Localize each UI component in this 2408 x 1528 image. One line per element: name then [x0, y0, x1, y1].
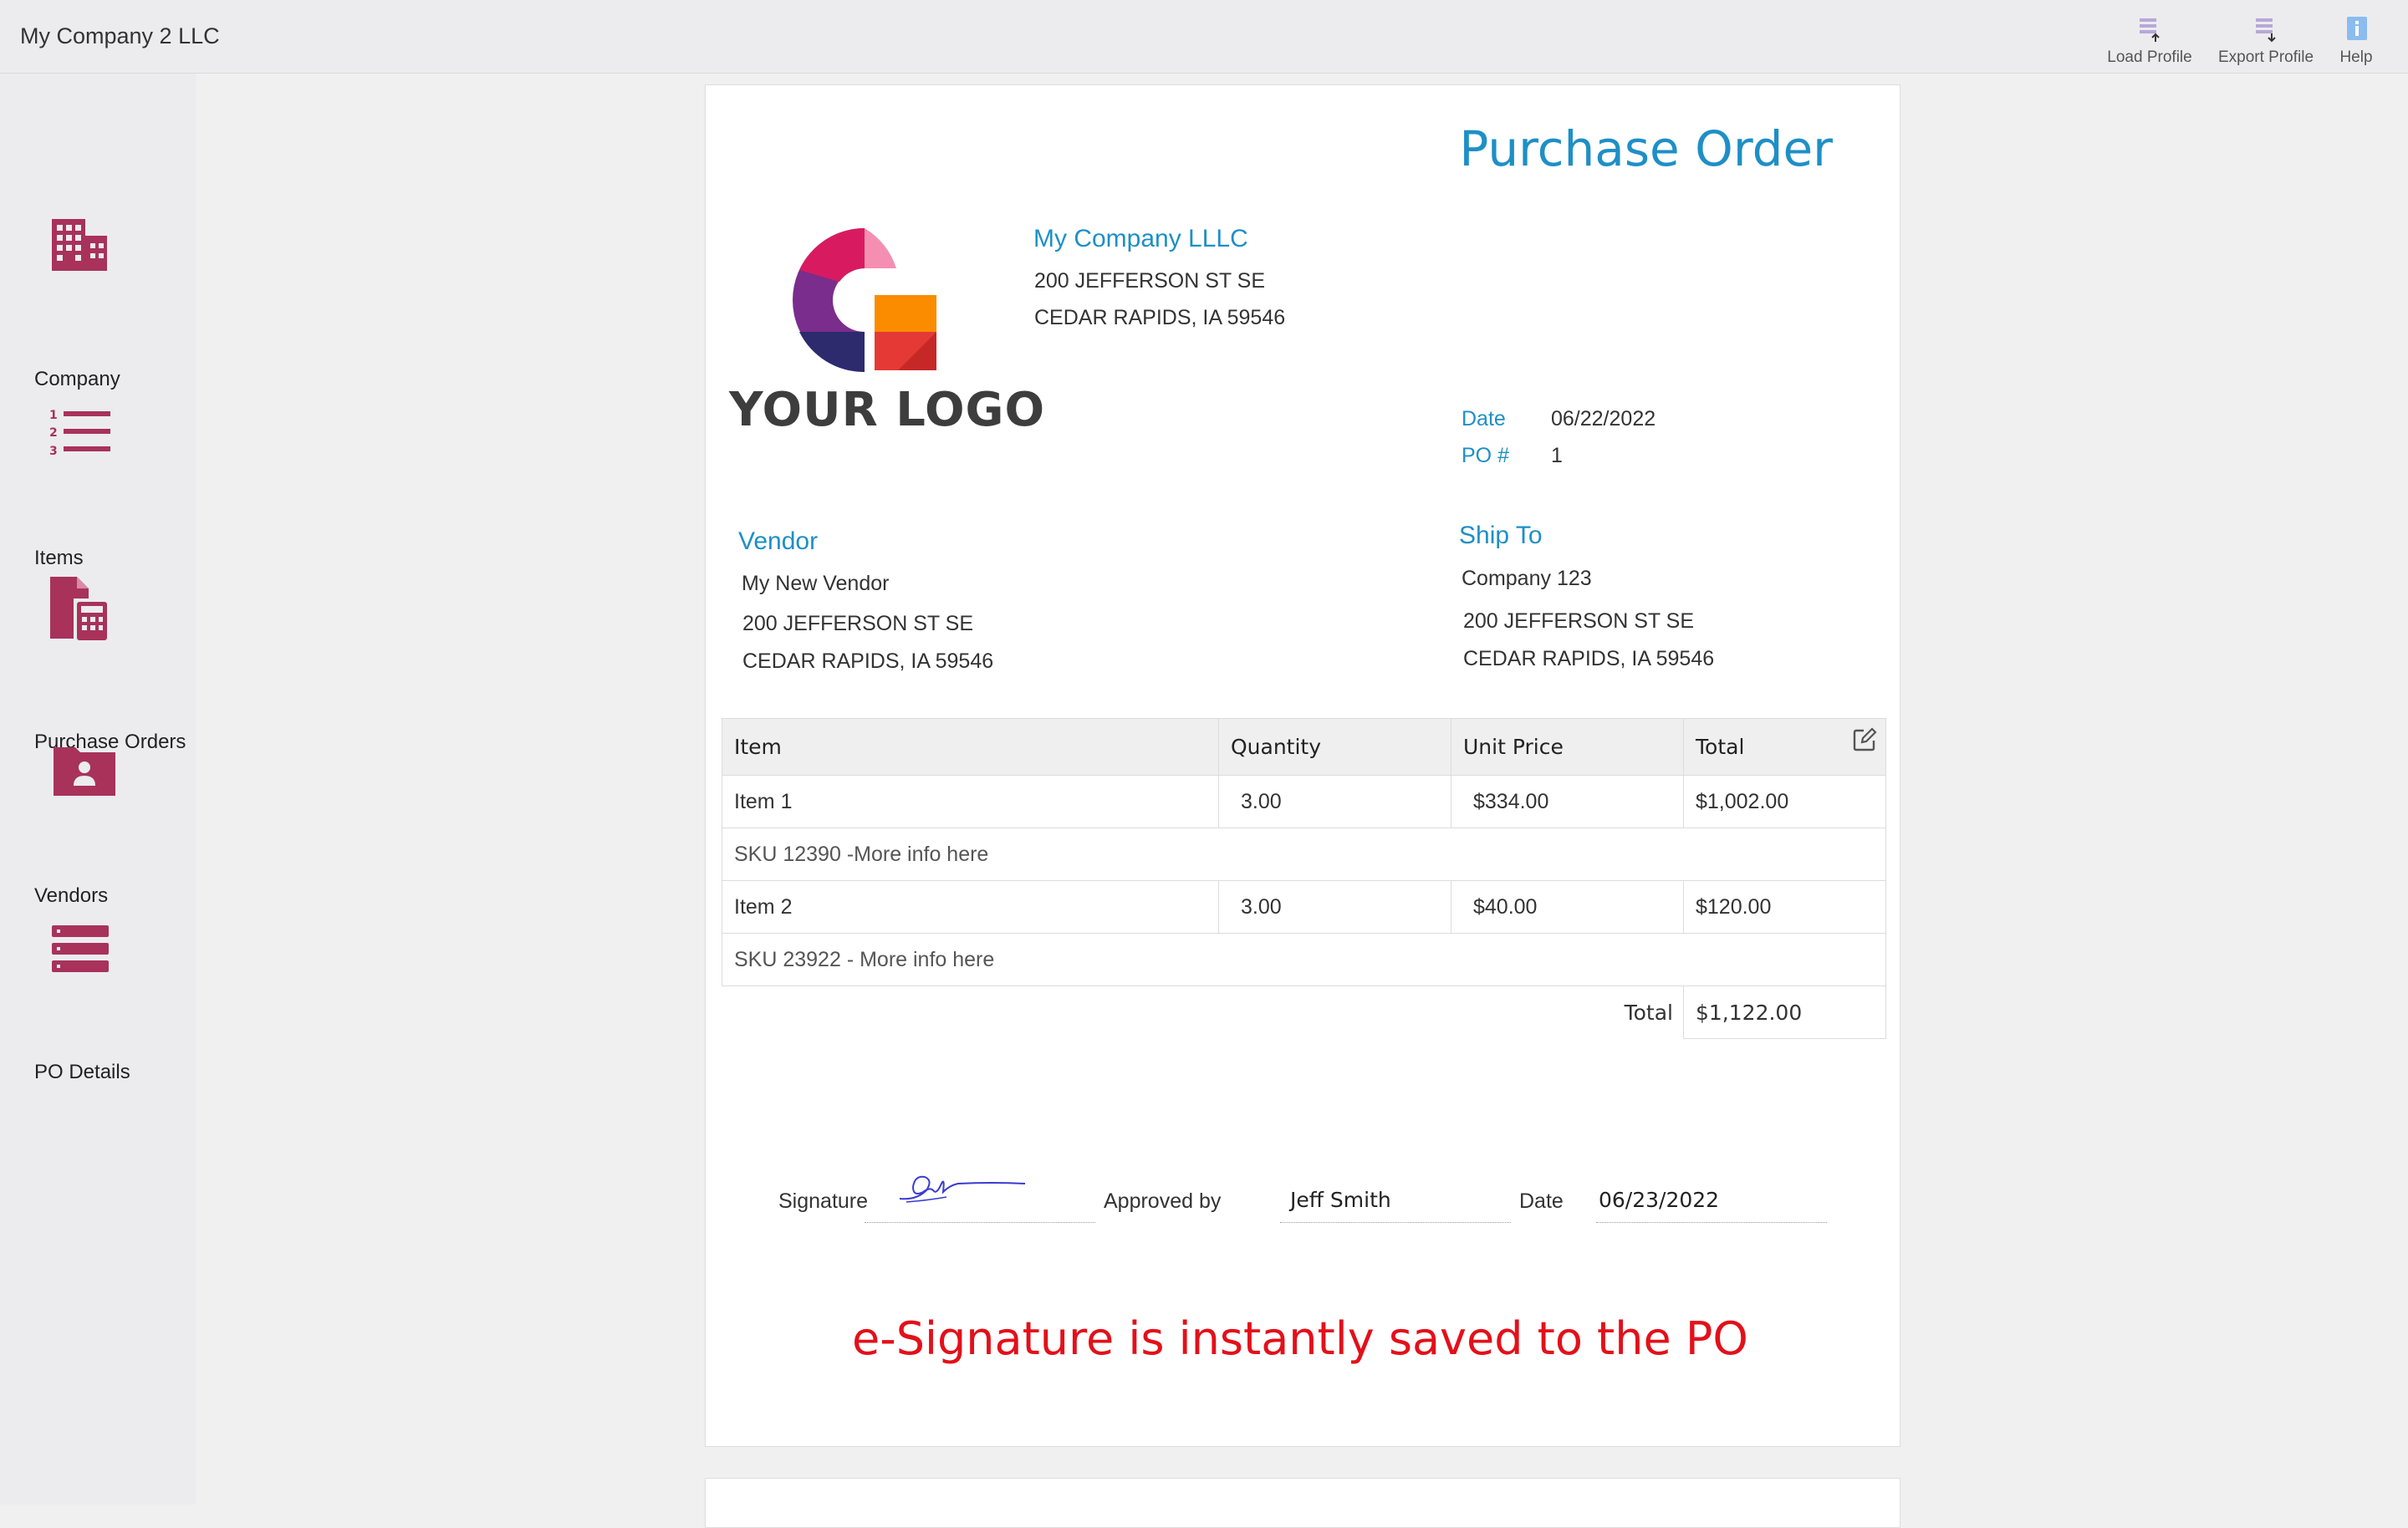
- document-calculator-icon: [50, 577, 107, 640]
- server-list-icon: [52, 925, 109, 972]
- export-profile-icon: [2256, 18, 2276, 43]
- ship-to-heading: Ship To: [1459, 522, 1543, 549]
- sidebar-item-purchase-orders[interactable]: Purchase Orders: [0, 575, 196, 753]
- sidebar-item-label: Items: [34, 547, 84, 569]
- quantity-cell[interactable]: 3.00: [1218, 880, 1451, 934]
- sidebar-item-po-details[interactable]: PO Details: [0, 924, 196, 1083]
- table-row-sku[interactable]: SKU 23922 - More info here: [722, 933, 1886, 986]
- help-label: Help: [2339, 48, 2373, 66]
- column-header-item: Item: [722, 718, 1219, 776]
- signature-field[interactable]: [865, 1222, 1095, 1223]
- sidebar: Company 1 2 3 Items Purchase Orders Vendor…: [0, 74, 196, 1505]
- table-row[interactable]: Item 1 3.00 $334.00 $1,002.00: [722, 775, 1886, 828]
- grand-total-row: Total $1,122.00: [722, 986, 1886, 1039]
- sidebar-item-vendors[interactable]: Vendors: [0, 742, 196, 907]
- ship-to-address-line2: CEDAR RAPIDS, IA 59546: [1463, 647, 1715, 670]
- handwritten-signature: [899, 1175, 1026, 1203]
- edit-icon[interactable]: [1852, 727, 1877, 752]
- grand-total-value: $1,122.00: [1683, 986, 1886, 1039]
- line-items-table: Item Quantity Unit Price Total Item 1 3.…: [722, 718, 1886, 1039]
- grand-total-label: Total: [1624, 1000, 1673, 1025]
- logo-text: YOUR LOGO: [729, 383, 1046, 437]
- svg-text:3: 3: [49, 445, 58, 458]
- vendor-heading: Vendor: [738, 527, 819, 555]
- line-total-cell: $120.00: [1683, 880, 1886, 934]
- column-header-total-label: Total: [1696, 735, 1745, 759]
- table-row[interactable]: Item 2 3.00 $40.00 $120.00: [722, 880, 1886, 934]
- export-profile-button[interactable]: Export Profile: [2212, 15, 2320, 67]
- document-title: Purchase Order: [1459, 120, 1833, 177]
- app-title: My Company 2 LLC: [20, 23, 220, 48]
- po-number-label: PO #: [1462, 444, 1509, 467]
- approved-by-value[interactable]: Jeff Smith: [1290, 1188, 1391, 1212]
- signature-date-field[interactable]: [1596, 1222, 1827, 1223]
- ship-to-address-line1: 200 JEFFERSON ST SE: [1463, 609, 1695, 633]
- building-icon: [52, 219, 107, 271]
- next-page-preview: [705, 1478, 1900, 1528]
- purchase-order-document: Purchase Order YOUR LOGO My Company LLLC…: [705, 84, 1900, 1447]
- column-header-total: Total: [1683, 718, 1886, 776]
- column-header-quantity: Quantity: [1218, 718, 1451, 776]
- sidebar-item-company[interactable]: Company: [0, 217, 196, 390]
- load-profile-label: Load Profile: [2107, 48, 2192, 66]
- date-label: Date: [1462, 407, 1506, 430]
- sidebar-item-label: Vendors: [34, 884, 109, 907]
- po-number-value[interactable]: 1: [1551, 444, 1563, 468]
- quantity-cell[interactable]: 3.00: [1218, 775, 1451, 828]
- approved-by-field[interactable]: [1280, 1222, 1511, 1223]
- company-address-line1: 200 JEFFERSON ST SE: [1034, 269, 1266, 293]
- ship-to-name[interactable]: Company 123: [1462, 567, 1592, 591]
- vendor-address-line1: 200 JEFFERSON ST SE: [742, 612, 974, 635]
- approved-by-label: Approved by: [1104, 1189, 1222, 1213]
- load-profile-button[interactable]: Load Profile: [2100, 15, 2199, 67]
- date-value[interactable]: 06/22/2022: [1551, 407, 1656, 431]
- title-bar: My Company 2 LLC Load Profile Export Pro…: [0, 0, 2408, 74]
- signature-date-label: Date: [1519, 1189, 1564, 1213]
- vendor-name[interactable]: My New Vendor: [742, 572, 889, 596]
- unit-price-cell[interactable]: $40.00: [1451, 880, 1684, 934]
- e-signature-annotation: e-Signature is instantly saved to the PO: [852, 1312, 1748, 1365]
- sku-description-cell[interactable]: SKU 12390 -More info here: [722, 828, 1886, 881]
- item-name-cell[interactable]: Item 1: [722, 775, 1219, 828]
- signature-label: Signature: [778, 1189, 869, 1213]
- export-profile-label: Export Profile: [2217, 48, 2314, 66]
- company-address-line2: CEDAR RAPIDS, IA 59546: [1034, 306, 1286, 329]
- sidebar-item-items[interactable]: 1 2 3 Items: [0, 408, 196, 569]
- load-profile-icon: [2140, 18, 2160, 42]
- vendor-address-line2: CEDAR RAPIDS, IA 59546: [742, 649, 994, 673]
- help-button[interactable]: Help: [2333, 15, 2380, 67]
- logo-mark-icon: [793, 228, 936, 373]
- contact-folder-icon: [54, 747, 115, 796]
- sku-description-cell[interactable]: SKU 23922 - More info here: [722, 933, 1886, 986]
- numbered-list-icon: 1 2 3: [49, 409, 110, 458]
- company-logo[interactable]: YOUR LOGO: [729, 223, 1044, 528]
- table-row-sku[interactable]: SKU 12390 -More info here: [722, 828, 1886, 881]
- info-icon: [2347, 17, 2367, 40]
- item-name-cell[interactable]: Item 2: [722, 880, 1219, 934]
- company-name: My Company LLLC: [1033, 225, 1248, 252]
- svg-text:1: 1: [49, 409, 58, 422]
- sidebar-item-label: Company: [34, 368, 120, 390]
- line-total-cell: $1,002.00: [1683, 775, 1886, 828]
- table-header-row: Item Quantity Unit Price Total: [722, 718, 1886, 776]
- unit-price-cell[interactable]: $334.00: [1451, 775, 1684, 828]
- column-header-unit-price: Unit Price: [1451, 718, 1684, 776]
- signature-date-value[interactable]: 06/23/2022: [1599, 1188, 1719, 1212]
- svg-text:2: 2: [49, 426, 58, 440]
- sidebar-item-label: PO Details: [34, 1061, 130, 1083]
